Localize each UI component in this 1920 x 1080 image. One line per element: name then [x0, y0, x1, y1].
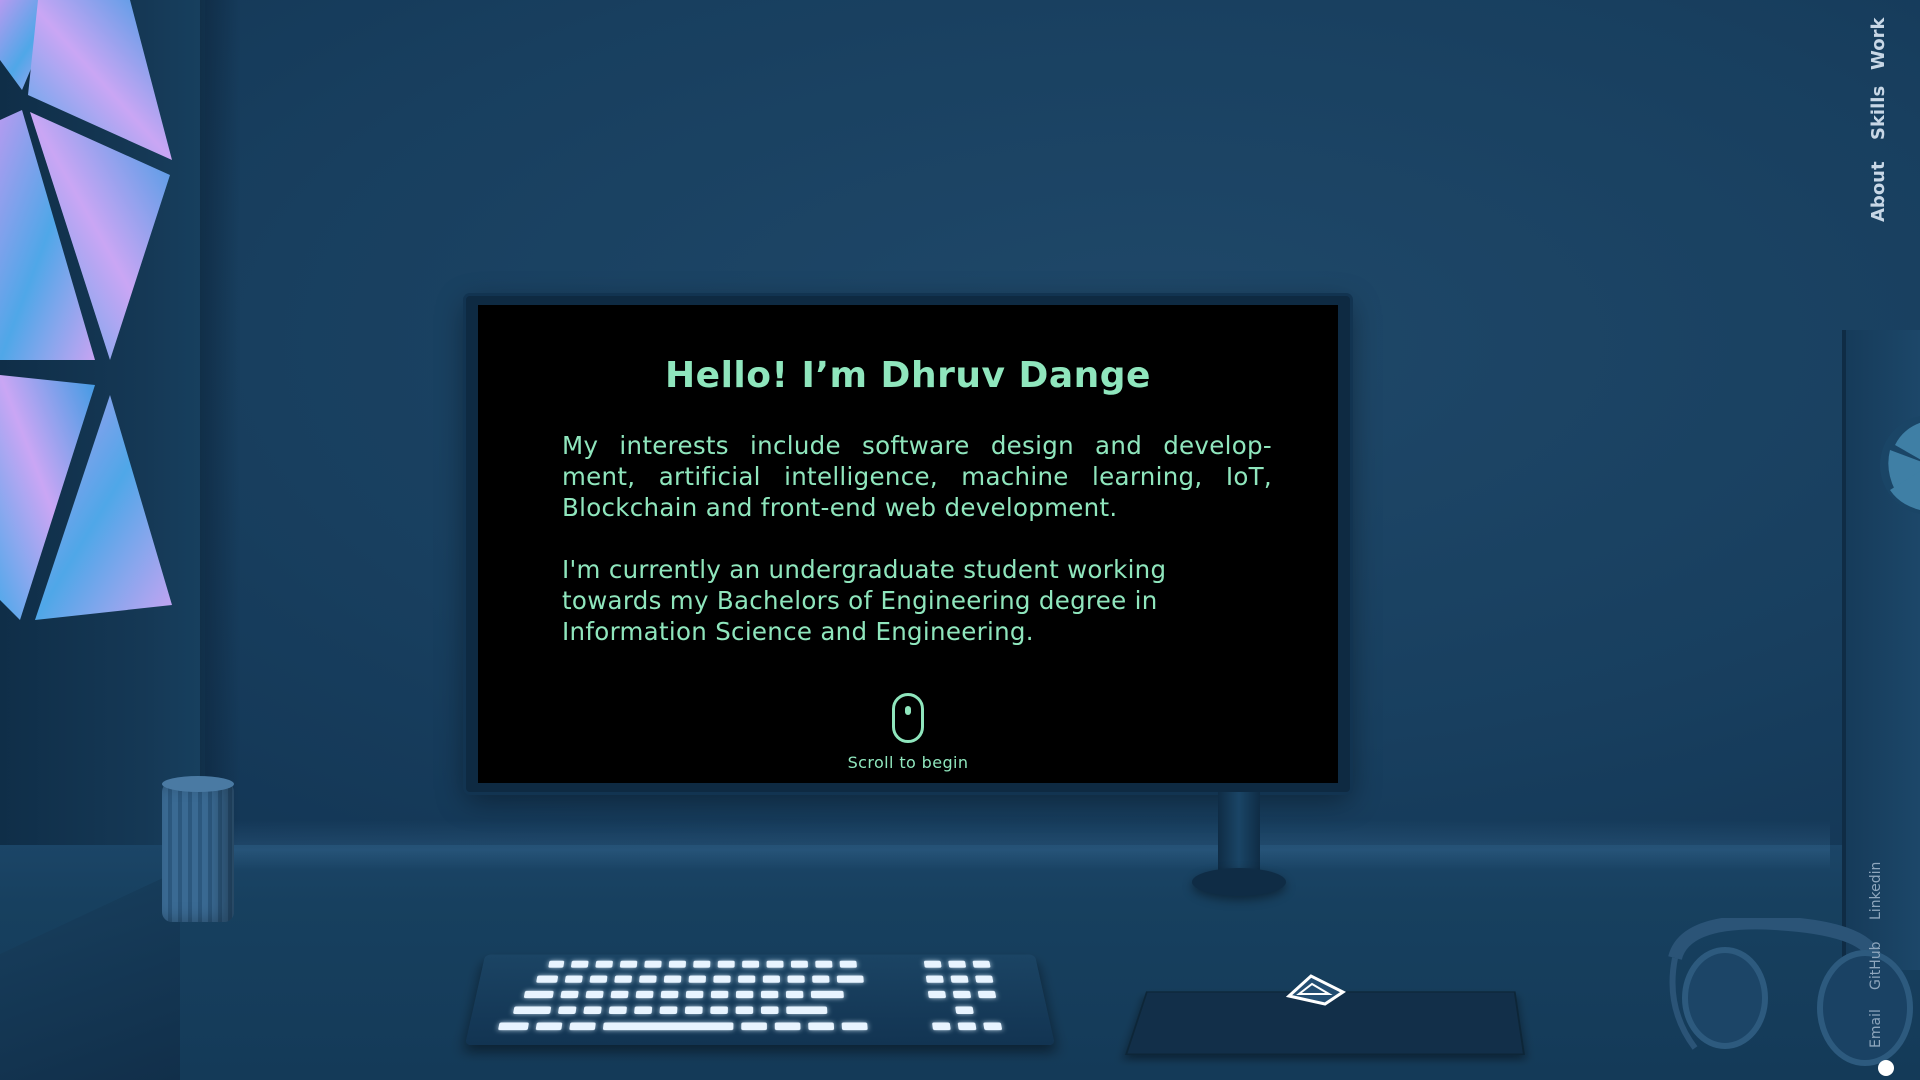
scroll-hint: Scroll to begin — [847, 753, 969, 772]
linkedin-link[interactable]: Linkedin — [1868, 862, 1884, 920]
intro-paragraph: My interests include software design and… — [562, 431, 1272, 522]
nav-skills[interactable]: Skills — [1868, 86, 1889, 140]
email-link[interactable]: Email — [1868, 1009, 1884, 1048]
nav-work[interactable]: Work — [1868, 18, 1889, 70]
wall-shadow — [200, 0, 240, 860]
nav-about[interactable]: About — [1868, 161, 1889, 222]
social-links: Linkedin GitHub Email — [1868, 850, 1898, 1080]
monitor: Hello! I’m Dhruv Dange My interests incl… — [466, 296, 1350, 792]
scroll-indicator-dot — [1878, 1060, 1894, 1076]
monitor-base — [1192, 868, 1286, 896]
keyboard — [465, 954, 1055, 1045]
education-paragraph: I'm currently an undergraduate student w… — [562, 555, 1167, 646]
side-nav: Work Skills About — [1868, 10, 1898, 230]
desk-glow — [230, 820, 1830, 870]
triangle-light-panels — [0, 0, 172, 620]
desk-mouse — [1285, 974, 1346, 1006]
cup — [162, 776, 234, 922]
page-title: Hello! I’m Dhruv Dange — [665, 355, 1151, 396]
mouse-icon[interactable] — [892, 693, 924, 743]
github-link[interactable]: GitHub — [1868, 941, 1884, 990]
monitor-screen: Hello! I’m Dhruv Dange My interests incl… — [478, 305, 1338, 783]
fan-icon — [1880, 416, 1920, 514]
